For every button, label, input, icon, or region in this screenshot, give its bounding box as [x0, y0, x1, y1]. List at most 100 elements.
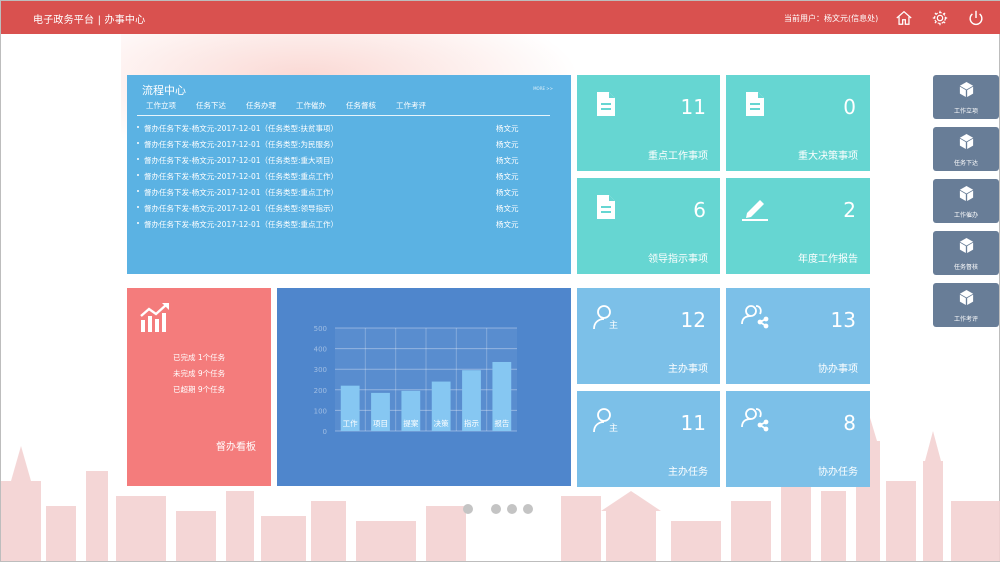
list-item-text[interactable]: 督办任务下发-杨文元-2017-12-01（任务类型:扶贫事项） — [144, 123, 338, 134]
x-tick-label: 提案 — [403, 418, 418, 428]
list-item[interactable]: 督办任务下发-杨文元-2017-12-01（任务类型:重大项目） 杨文元 — [137, 153, 537, 169]
x-tick-label: 指示 — [464, 418, 479, 428]
pager-dot[interactable] — [463, 504, 473, 514]
cube-icon — [959, 133, 974, 150]
current-user-label: 当前用户：杨文元(信息处) — [784, 14, 879, 23]
tile-lead-tasks[interactable]: 主 11 主办任务 — [577, 391, 720, 487]
tile-annual-report[interactable]: 2 年度工作报告 — [726, 178, 870, 274]
tile-label: 协办任务 — [818, 467, 858, 478]
tile-count: 0 — [843, 95, 856, 119]
carousel-pager — [463, 504, 539, 514]
task-bar-chart: 0 100 200 300 400 500 工作 项目 提案 决策 指示 报告 — [277, 288, 571, 486]
sidebar-item-label: 工作催办 — [953, 212, 978, 219]
bullet-icon — [137, 158, 139, 160]
tile-key-work[interactable]: 11 重点工作事项 — [577, 75, 720, 171]
board-stats: 已完成 1个任务 未完成 9个任务 已超期 9个任务 — [173, 350, 225, 398]
list-item[interactable]: 督办任务下发-杨文元-2017-12-01（任务类型:扶贫事项） 杨文元 — [137, 121, 537, 137]
list-item-person: 杨文元 — [496, 156, 519, 165]
more-link[interactable]: MORE >> — [533, 86, 553, 91]
tile-major-decision[interactable]: 0 重大决策事项 — [726, 75, 870, 171]
y-tick-label: 400 — [314, 346, 327, 354]
process-center-panel: 流程中心 MORE >> 工作立项 任务下达 任务办理 工作催办 任务督核 工作… — [127, 75, 571, 274]
cube-icon — [959, 289, 974, 306]
overdue-count: 已超期 9个任务 — [173, 385, 226, 394]
bullet-icon — [137, 190, 139, 192]
tab-work-urging[interactable]: 工作催办 — [296, 100, 346, 111]
sidebar-item-task-assignment[interactable]: 任务下达 — [933, 127, 999, 171]
list-item-text[interactable]: 督办任务下发-杨文元-2017-12-01（任务类型:重点工作） — [144, 187, 338, 198]
list-item[interactable]: 督办任务下发-杨文元-2017-12-01（任务类型:重点工作） 杨文元 — [137, 185, 537, 201]
y-tick-label: 500 — [314, 325, 327, 333]
tile-leader-instruction[interactable]: 6 领导指示事项 — [577, 178, 720, 274]
tile-assist-tasks[interactable]: 8 协办任务 — [726, 391, 870, 487]
quick-action-sidebar: 工作立项 任务下达 工作催办 任务督核 工作考评 — [933, 75, 999, 335]
pager-dot[interactable] — [507, 504, 517, 514]
list-item-person: 杨文元 — [496, 188, 519, 197]
tile-label: 协办事项 — [818, 364, 858, 375]
incomplete-count: 未完成 9个任务 — [173, 369, 226, 378]
pen-icon — [740, 192, 770, 222]
tab-work-initiation[interactable]: 工作立项 — [146, 100, 196, 111]
gear-icon[interactable] — [931, 9, 949, 27]
sidebar-item-label: 任务下达 — [953, 160, 978, 167]
process-center-title: 流程中心 — [142, 84, 186, 97]
process-tabs: 工作立项 任务下达 任务办理 工作催办 任务督核 工作考评 — [146, 100, 446, 111]
sidebar-item-work-urging[interactable]: 工作催办 — [933, 179, 999, 223]
svg-text:主: 主 — [609, 319, 618, 331]
y-tick-label: 100 — [314, 407, 327, 415]
supervision-board[interactable]: 已完成 1个任务 未完成 9个任务 已超期 9个任务 督办看板 — [127, 288, 271, 486]
sidebar-item-label: 任务督核 — [953, 264, 978, 271]
list-item-text[interactable]: 督办任务下发-杨文元-2017-12-01（任务类型:重点工作） — [144, 219, 338, 230]
board-label: 督办看板 — [216, 442, 256, 453]
tile-assist-items[interactable]: 13 协办事项 — [726, 288, 870, 384]
y-tick-label: 0 — [323, 428, 327, 436]
sidebar-item-work-initiation[interactable]: 工作立项 — [933, 75, 999, 119]
platform-title: 电子政务平台 | 办事中心 — [33, 15, 146, 26]
tile-label: 重点工作事项 — [648, 151, 708, 162]
tile-count: 11 — [680, 95, 706, 119]
assist-users-icon — [740, 405, 770, 435]
x-tick-label: 决策 — [434, 418, 449, 428]
list-item-text[interactable]: 督办任务下发-杨文元-2017-12-01（任务类型:重点工作） — [144, 171, 338, 182]
tab-work-evaluation[interactable]: 工作考评 — [396, 100, 446, 111]
list-item-person: 杨文元 — [496, 124, 519, 133]
y-tick-label: 300 — [314, 366, 327, 374]
list-item[interactable]: 督办任务下发-杨文元-2017-12-01（任务类型:领导指示） 杨文元 — [137, 201, 537, 217]
tile-lead-items[interactable]: 主 12 主办事项 — [577, 288, 720, 384]
tile-label: 领导指示事项 — [648, 254, 708, 265]
document-icon — [591, 89, 621, 119]
completed-count: 已完成 1个任务 — [173, 353, 226, 362]
bullet-icon — [137, 142, 139, 144]
list-item-text[interactable]: 督办任务下发-杨文元-2017-12-01（任务类型:领导指示） — [144, 203, 338, 214]
x-tick-label: 报告 — [494, 418, 509, 428]
tab-task-assignment[interactable]: 任务下达 — [196, 100, 246, 111]
list-item-person: 杨文元 — [496, 172, 519, 181]
tile-count: 8 — [843, 411, 856, 435]
sidebar-item-task-verification[interactable]: 任务督核 — [933, 231, 999, 275]
tile-count: 2 — [843, 198, 856, 222]
x-tick-label: 工作 — [343, 418, 358, 428]
list-item[interactable]: 督办任务下发-杨文元-2017-12-01（任务类型:为民服务） 杨文元 — [137, 137, 537, 153]
tab-task-handling[interactable]: 任务办理 — [246, 100, 296, 111]
tile-label: 主办任务 — [668, 467, 708, 478]
top-header-bar: 电子政务平台 | 办事中心 当前用户：杨文元(信息处) — [1, 1, 1000, 34]
bullet-icon — [137, 222, 139, 224]
list-item[interactable]: 督办任务下发-杨文元-2017-12-01（任务类型:重点工作） 杨文元 — [137, 169, 537, 185]
y-tick-label: 200 — [314, 387, 327, 395]
svg-text:主: 主 — [609, 422, 618, 434]
tab-task-verification[interactable]: 任务督核 — [346, 100, 396, 111]
list-item-text[interactable]: 督办任务下发-杨文元-2017-12-01（任务类型:重大项目） — [144, 155, 338, 166]
tile-label: 重大决策事项 — [798, 151, 858, 162]
list-item-text[interactable]: 督办任务下发-杨文元-2017-12-01（任务类型:为民服务） — [144, 139, 338, 150]
bullet-icon — [137, 206, 139, 208]
sidebar-item-work-evaluation[interactable]: 工作考评 — [933, 283, 999, 327]
pager-dot[interactable] — [491, 504, 501, 514]
home-icon[interactable] — [895, 9, 913, 27]
list-item[interactable]: 督办任务下发-杨文元-2017-12-01（任务类型:重点工作） 杨文元 — [137, 217, 537, 233]
power-icon[interactable] — [967, 9, 985, 27]
pager-dot[interactable] — [523, 504, 533, 514]
bullet-icon — [137, 174, 139, 176]
document-icon — [740, 89, 770, 119]
assist-users-icon — [740, 302, 770, 332]
cube-icon — [959, 81, 974, 98]
